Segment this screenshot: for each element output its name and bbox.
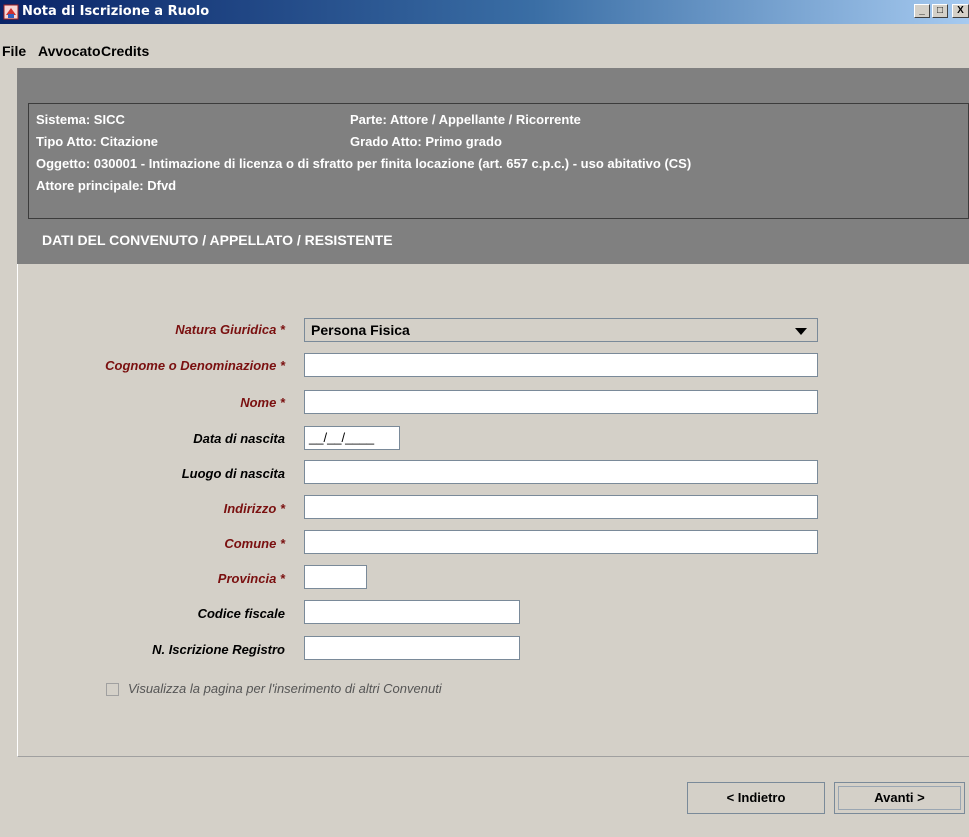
app-icon: [3, 4, 19, 20]
back-button[interactable]: < Indietro: [687, 782, 825, 814]
label-natura-giuridica: Natura Giuridica *: [175, 322, 285, 337]
altri-convenuti-checkbox[interactable]: [106, 683, 119, 696]
iscrizione-registro-input[interactable]: [304, 636, 520, 660]
label-provincia: Provincia *: [217, 571, 285, 586]
menu-avvocato[interactable]: Avvocato: [38, 43, 101, 59]
luogo-nascita-input[interactable]: [304, 460, 818, 484]
codice-fiscale-input[interactable]: [304, 600, 520, 624]
minimize-button[interactable]: _: [914, 4, 930, 18]
chevron-down-icon[interactable]: [795, 328, 807, 335]
section-title: DATI DEL CONVENUTO / APPELLATO / RESISTE…: [42, 232, 393, 248]
info-grado-atto: Grado Atto: Primo grado: [350, 134, 502, 149]
label-codice-fiscale: Codice fiscale: [197, 606, 285, 621]
info-tipo-atto: Tipo Atto: Citazione: [36, 134, 159, 149]
provincia-input[interactable]: [304, 565, 367, 589]
close-button[interactable]: X: [952, 4, 969, 18]
info-sistema: Sistema: SICC: [36, 112, 125, 127]
indirizzo-input[interactable]: [304, 495, 818, 519]
comune-input[interactable]: [304, 530, 818, 554]
label-indirizzo: Indirizzo *: [223, 501, 285, 516]
label-iscrizione-registro: N. Iscrizione Registro: [152, 642, 285, 657]
data-nascita-input[interactable]: __/__/____: [304, 426, 400, 450]
cognome-input[interactable]: [304, 353, 818, 377]
back-button-label: < Indietro: [726, 790, 786, 805]
menu-credits[interactable]: Credits: [101, 43, 149, 59]
label-data-nascita: Data di nascita: [193, 431, 285, 446]
altri-convenuti-label[interactable]: Visualizza la pagina per l'inserimento d…: [128, 681, 442, 696]
next-button[interactable]: Avanti >: [834, 782, 965, 814]
natura-giuridica-select[interactable]: Persona Fisica: [304, 318, 818, 342]
info-attore: Attore principale: Dfvd: [36, 178, 177, 193]
info-parte: Parte: Attore / Appellante / Ricorrente: [350, 112, 581, 127]
maximize-button[interactable]: □: [932, 4, 948, 18]
info-oggetto: Oggetto: 030001 - Intimazione di licenza…: [36, 156, 692, 171]
label-comune: Comune *: [224, 536, 285, 551]
label-nome: Nome *: [240, 395, 285, 410]
window-title: Nota di Iscrizione a Ruolo: [22, 4, 210, 19]
focus-ring: [838, 786, 961, 810]
label-cognome: Cognome o Denominazione *: [105, 358, 285, 373]
menu-file[interactable]: File: [2, 43, 26, 59]
menu-bar: File Avvocato Credits: [0, 40, 969, 64]
title-bar[interactable]: Nota di Iscrizione a Ruolo _ □ X: [0, 0, 969, 24]
natura-giuridica-value: Persona Fisica: [311, 322, 410, 338]
nome-input[interactable]: [304, 390, 818, 414]
label-luogo-nascita: Luogo di nascita: [181, 466, 285, 481]
